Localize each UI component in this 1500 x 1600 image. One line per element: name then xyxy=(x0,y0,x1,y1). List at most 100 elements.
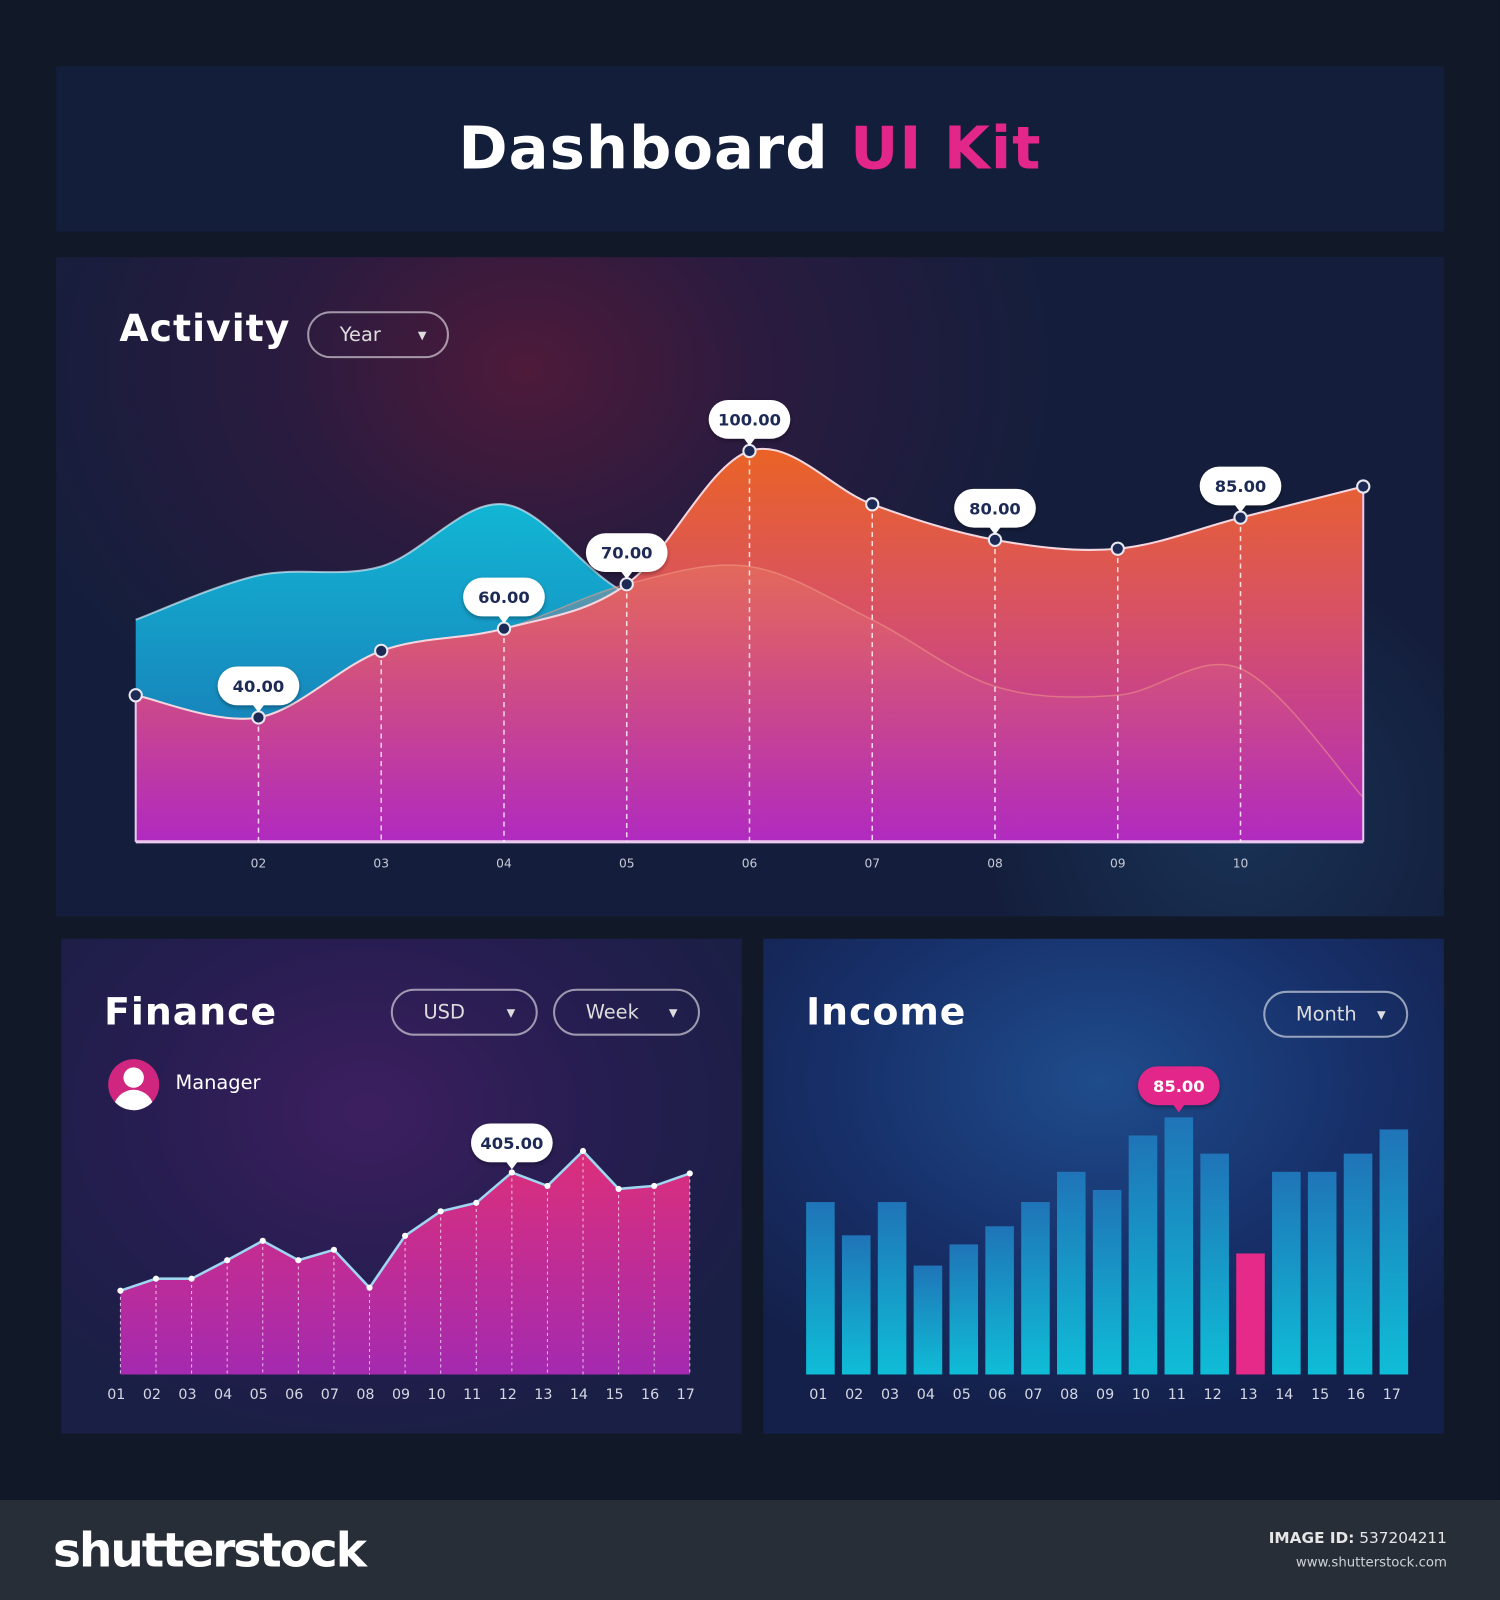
tooltip-label: 40.00 xyxy=(233,677,285,696)
x-tick-label: 16 xyxy=(641,1387,659,1403)
data-point xyxy=(544,1182,551,1189)
income-bar xyxy=(1200,1153,1229,1375)
income-bar xyxy=(1164,1117,1194,1375)
income-chart: 01 02 03 04 05 06 07 08 09 10 11 12 13 14 15 16 17 85.00 xyxy=(806,1066,1409,1403)
income-bar xyxy=(913,1265,943,1375)
income-bar xyxy=(1021,1202,1050,1375)
data-point xyxy=(742,443,757,459)
income-bar xyxy=(1092,1189,1122,1375)
data-point xyxy=(651,1182,658,1189)
tooltip-pointer xyxy=(988,526,1002,535)
data-point xyxy=(366,1284,373,1291)
data-point xyxy=(188,1275,195,1282)
x-tick-label: 14 xyxy=(1275,1387,1293,1403)
data-point xyxy=(473,1199,480,1206)
income-bar xyxy=(877,1202,907,1375)
data-point xyxy=(295,1257,302,1264)
x-tick-label: 06 xyxy=(742,856,758,870)
income-bar xyxy=(841,1235,871,1375)
income-bar xyxy=(1343,1153,1373,1375)
footer: shutterstock IMAGE ID: 537204211 www.shu… xyxy=(0,1499,1500,1600)
income-bar xyxy=(985,1226,1014,1375)
data-point xyxy=(579,1147,587,1155)
x-tick-label: 02 xyxy=(251,856,267,870)
x-tick-label: 15 xyxy=(605,1387,623,1403)
x-tick-label: 13 xyxy=(534,1387,552,1403)
income-bar xyxy=(1272,1171,1301,1375)
data-point xyxy=(686,1170,693,1177)
income-bar xyxy=(1236,1253,1265,1375)
x-tick-label: 12 xyxy=(1204,1387,1222,1403)
charts-layer: 02 03 04 05 06 07 08 09 10 40.00 60.00 70.00 100.00 8… xyxy=(107,399,1409,1403)
x-tick-label: 07 xyxy=(1024,1387,1042,1403)
tooltip-label: 85.00 xyxy=(1153,1077,1205,1096)
x-tick-label: 09 xyxy=(392,1387,410,1403)
finance-chart: 01 02 03 04 05 06 07 08 09 10 11 12 13 14 15 16 17 405.00 xyxy=(107,1123,695,1403)
tooltip-pointer xyxy=(620,570,633,580)
x-tick-label: 02 xyxy=(845,1387,863,1403)
x-tick-label: 16 xyxy=(1347,1387,1365,1403)
x-tick-label: 05 xyxy=(619,856,635,870)
x-tick-label: 11 xyxy=(1168,1387,1186,1403)
x-tick-label: 08 xyxy=(356,1387,374,1403)
x-tick-label: 17 xyxy=(677,1387,695,1403)
x-tick-label: 06 xyxy=(988,1387,1006,1403)
x-tick-label: 10 xyxy=(1233,856,1249,870)
tooltip-pointer xyxy=(1234,504,1247,513)
data-point xyxy=(374,643,389,659)
x-tick-label: 03 xyxy=(881,1387,899,1403)
x-tick-label: 07 xyxy=(864,856,880,870)
tooltip-label: 100.00 xyxy=(718,411,781,430)
dashboard-page: Dashboard UI Kit Activity Year ▼ Finance… xyxy=(0,0,1500,1600)
income-bar xyxy=(806,1202,835,1375)
image-id-value: 537204211 xyxy=(1359,1528,1447,1547)
data-point xyxy=(508,1169,515,1176)
x-tick-label: 11 xyxy=(463,1387,481,1403)
x-tick-label: 10 xyxy=(428,1387,446,1403)
x-tick-label: 09 xyxy=(1096,1387,1114,1403)
data-point xyxy=(152,1275,160,1282)
data-point xyxy=(402,1232,409,1239)
x-tick-label: 07 xyxy=(321,1387,339,1403)
data-point xyxy=(1356,479,1371,494)
x-tick-label: 04 xyxy=(917,1387,935,1403)
x-tick-label: 08 xyxy=(987,856,1003,870)
x-tick-label: 01 xyxy=(107,1387,125,1403)
data-point xyxy=(117,1287,124,1294)
income-bar xyxy=(1379,1129,1409,1375)
site-link[interactable]: www.shutterstock.com xyxy=(1296,1555,1447,1570)
activity-chart: 02 03 04 05 06 07 08 09 10 40.00 60.00 70.00 100.00 8… xyxy=(128,399,1371,870)
shutterstock-logo[interactable]: shutterstock xyxy=(53,1522,367,1577)
x-tick-label: 15 xyxy=(1311,1387,1329,1403)
income-bar xyxy=(949,1244,979,1375)
data-point xyxy=(615,1185,622,1192)
image-id: IMAGE ID: 537204211 xyxy=(1269,1529,1447,1547)
data-point xyxy=(259,1237,266,1244)
image-id-label: IMAGE ID: xyxy=(1268,1528,1355,1547)
x-tick-label: 03 xyxy=(373,856,389,870)
x-tick-label: 10 xyxy=(1132,1387,1150,1403)
data-point xyxy=(251,710,266,725)
x-tick-label: 05 xyxy=(250,1387,268,1403)
income-bar xyxy=(1057,1171,1086,1375)
tooltip-pointer xyxy=(1172,1104,1185,1113)
tooltip-label: 85.00 xyxy=(1215,477,1267,496)
tooltip-pointer xyxy=(743,437,756,446)
data-point xyxy=(619,577,634,592)
x-tick-label: 01 xyxy=(809,1387,827,1403)
data-point xyxy=(437,1208,444,1215)
data-point xyxy=(330,1246,337,1253)
x-tick-label: 12 xyxy=(499,1387,517,1403)
tooltip-label: 60.00 xyxy=(478,588,530,607)
income-bar xyxy=(1307,1171,1337,1375)
x-tick-label: 08 xyxy=(1060,1387,1078,1403)
x-tick-label: 09 xyxy=(1110,856,1126,870)
tooltip-label: 70.00 xyxy=(601,544,653,563)
data-point xyxy=(224,1257,231,1264)
x-tick-label: 14 xyxy=(570,1387,588,1403)
x-tick-label: 04 xyxy=(214,1387,232,1403)
x-tick-label: 13 xyxy=(1239,1387,1257,1403)
tooltip-pointer xyxy=(505,1161,518,1170)
x-tick-label: 02 xyxy=(143,1387,161,1403)
x-tick-label: 05 xyxy=(953,1387,971,1403)
